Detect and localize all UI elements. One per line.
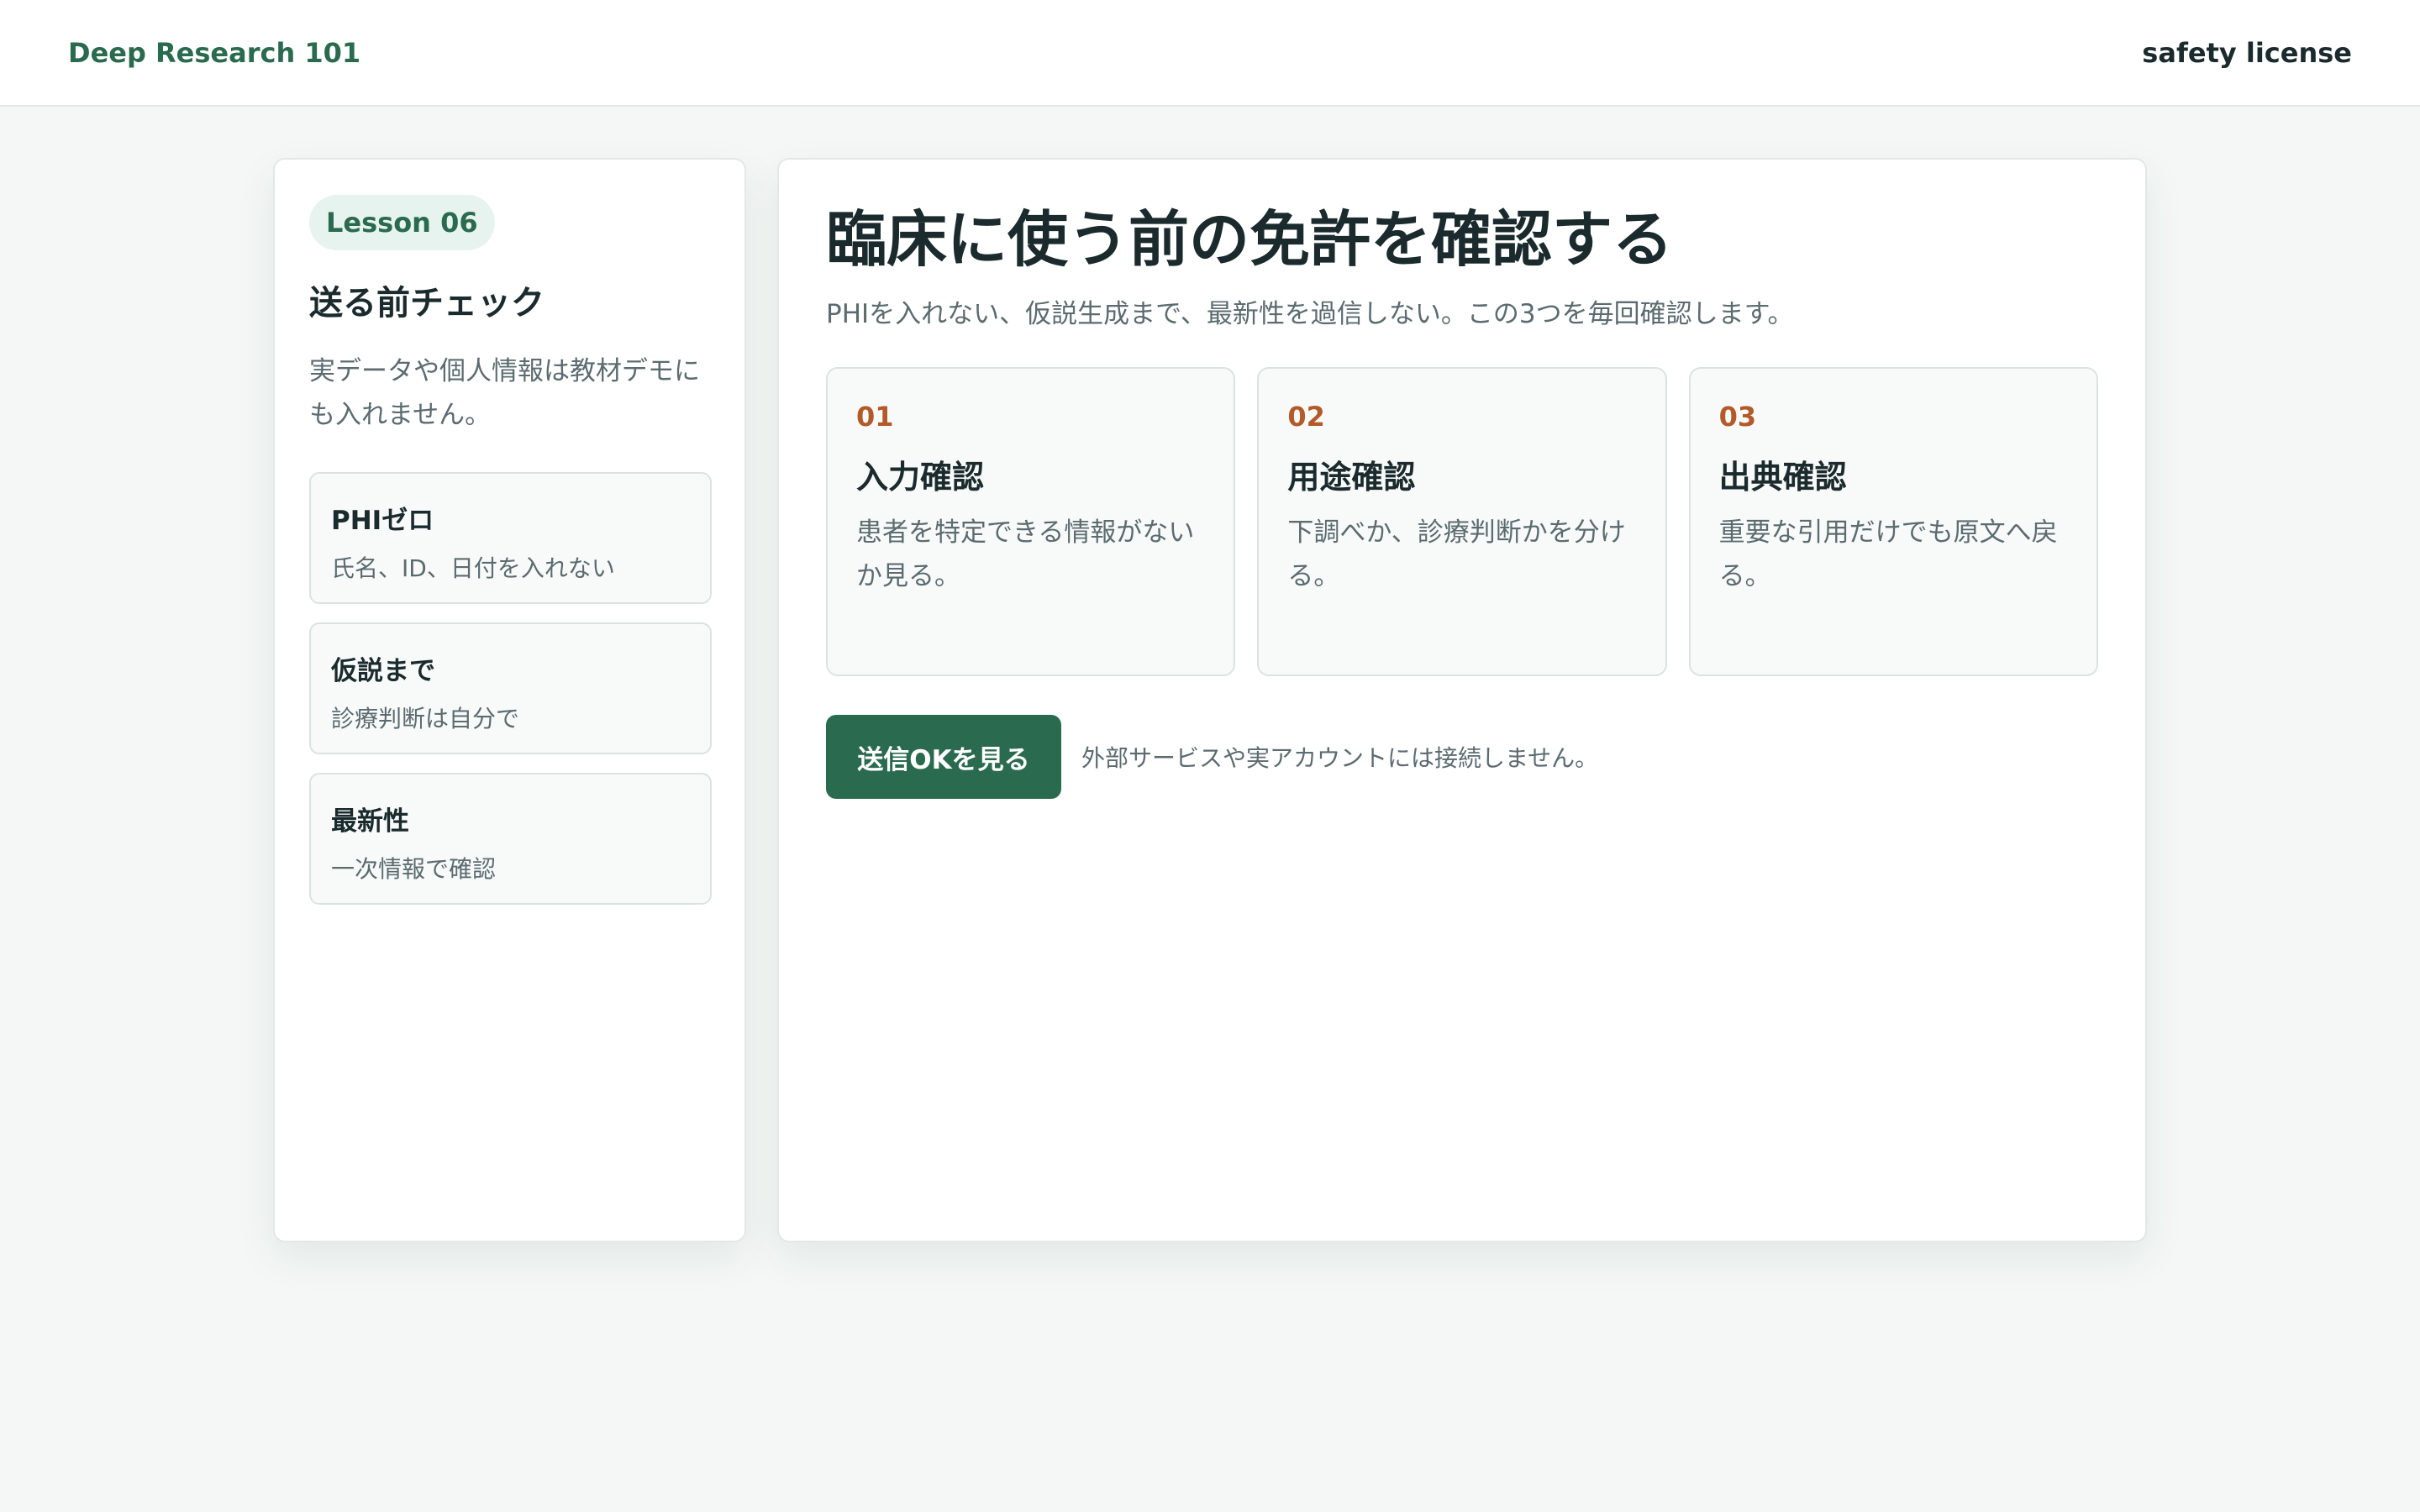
step-number: 01 [856, 401, 894, 433]
step-description: 下調べか、診療判断かを分ける。 [1287, 517, 1626, 592]
send-ok-button[interactable]: 送信OKを見る [826, 715, 1061, 800]
mode-label: safety license [2142, 36, 2352, 69]
check-card-title: 最新性 [331, 806, 409, 837]
sidebar-title: 送る前チェック [309, 284, 544, 323]
step-card-input: 01 入力確認 患者を特定できる情報がないか見る。 [826, 367, 1236, 677]
check-card-sub: 氏名、ID、日付を入れない [331, 554, 615, 582]
step-number: 02 [1287, 401, 1325, 433]
step-description: 患者を特定できる情報がないか見る。 [856, 517, 1195, 592]
check-card-sub: 一次情報で確認 [331, 855, 497, 883]
brand-title[interactable]: Deep Research 101 [68, 37, 360, 69]
main-panel: 臨床に使う前の免許を確認する PHIを入れない、仮説生成まで、最新性を過信しない… [777, 158, 2147, 1242]
check-card-phi: PHIゼロ 氏名、ID、日付を入れない [309, 472, 712, 604]
step-number: 03 [1718, 401, 1757, 433]
page-title: 臨床に使う前の免許を確認する [826, 204, 1674, 275]
step-card-purpose: 02 用途確認 下調べか、診療判断かを分ける。 [1257, 367, 1667, 677]
step-title: 用途確認 [1287, 459, 1416, 496]
check-card-sub: 診療判断は自分で [331, 705, 520, 732]
sidebar-description: 実データや個人情報は教材デモにも入れません。 [309, 356, 700, 430]
step-description: 重要な引用だけでも原文へ戻る。 [1718, 517, 2058, 592]
check-card-hypothesis: 仮説まで 診療判断は自分で [309, 622, 712, 754]
lesson-badge: Lesson 06 [309, 195, 495, 250]
lesson-sidebar: Lesson 06 送る前チェック 実データや個人情報は教材デモにも入れません。… [273, 158, 746, 1242]
step-title: 入力確認 [856, 459, 985, 496]
step-title: 出典確認 [1718, 459, 1847, 496]
action-row: 送信OKを見る 外部サービスや実アカウントには接続しません。 [826, 715, 2098, 800]
connection-note: 外部サービスや実アカウントには接続しません。 [1081, 744, 1599, 773]
step-cards: 01 入力確認 患者を特定できる情報がないか見る。 02 用途確認 下調べか、診… [826, 367, 2098, 677]
check-card-title: PHIゼロ [331, 506, 434, 536]
check-card-recency: 最新性 一次情報で確認 [309, 773, 712, 905]
check-card-title: 仮説まで [331, 656, 435, 686]
step-card-source: 03 出典確認 重要な引用だけでも原文へ戻る。 [1688, 367, 2098, 677]
top-bar: Deep Research 101 safety license [0, 0, 2420, 107]
page-subtitle: PHIを入れない、仮説生成まで、最新性を過信しない。この3つを毎回確認します。 [826, 299, 1794, 330]
